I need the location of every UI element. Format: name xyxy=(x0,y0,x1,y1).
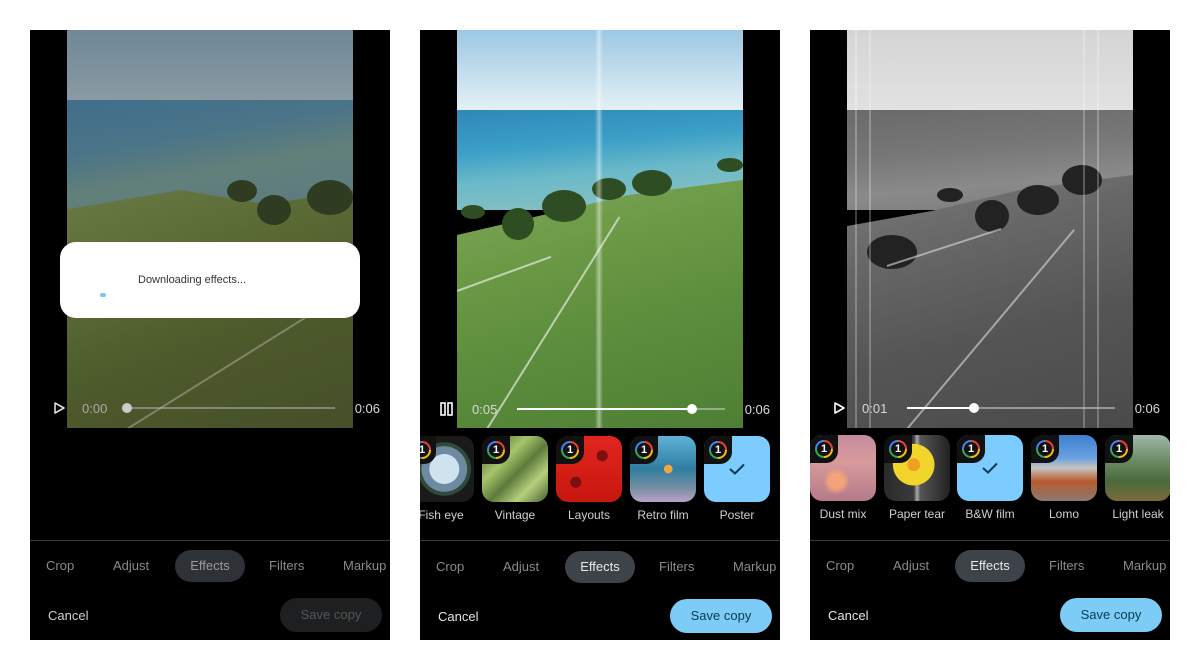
current-time: 0:00 xyxy=(82,401,108,416)
cancel-button[interactable]: Cancel xyxy=(828,608,868,623)
divider xyxy=(30,540,390,541)
tab-adjust[interactable]: Adjust xyxy=(893,550,929,582)
video-controls: 0:00 0:06 xyxy=(30,396,390,420)
badge: 1 xyxy=(884,435,912,463)
tab-filters[interactable]: Filters xyxy=(1049,550,1084,582)
play-icon[interactable] xyxy=(832,401,846,415)
bush xyxy=(227,180,257,202)
video-preview[interactable] xyxy=(457,30,743,428)
seek-bar[interactable] xyxy=(907,403,1115,413)
seek-bar-thumb[interactable] xyxy=(686,404,697,414)
effects-carousel[interactable]: 1 Dust mix 1 Paper tear 1 B&W film 1 Lom… xyxy=(810,435,1170,525)
editor-tabs: Crop Adjust Effects Filters Markup xyxy=(420,551,780,583)
seek-bar-fill xyxy=(907,407,974,409)
bush xyxy=(717,158,743,172)
badge-number: 1 xyxy=(894,443,902,455)
bush xyxy=(1062,165,1102,195)
dialog-message: Downloading effects... xyxy=(138,274,247,286)
save-copy-button[interactable]: Save copy xyxy=(670,599,772,633)
badge-number: 1 xyxy=(714,444,722,456)
save-copy-button[interactable]: Save copy xyxy=(280,598,382,632)
tab-markup[interactable]: Markup xyxy=(1123,550,1166,582)
tab-effects[interactable]: Effects xyxy=(565,551,635,583)
badge-number: 1 xyxy=(1115,443,1123,455)
effect-label: Light leak xyxy=(1112,507,1164,521)
current-time: 0:01 xyxy=(862,401,888,416)
bush xyxy=(542,190,586,222)
tab-filters[interactable]: Filters xyxy=(659,551,694,583)
tab-adjust[interactable]: Adjust xyxy=(503,551,539,583)
badge: 1 xyxy=(556,436,584,464)
cancel-button[interactable]: Cancel xyxy=(48,608,88,623)
bush xyxy=(632,170,672,196)
save-copy-button[interactable]: Save copy xyxy=(1060,598,1162,632)
badge-number: 1 xyxy=(820,443,828,455)
badge: 1 xyxy=(704,436,732,464)
film-scratch xyxy=(869,30,871,428)
seek-bar-fill xyxy=(517,408,692,410)
sky xyxy=(67,30,353,102)
badge: 1 xyxy=(630,436,658,464)
current-time: 0:05 xyxy=(472,402,498,417)
film-scratch xyxy=(1097,30,1099,428)
progress-spinner-icon xyxy=(100,293,106,297)
end-time: 0:06 xyxy=(1134,401,1160,416)
badge-number: 1 xyxy=(566,444,574,456)
tab-adjust[interactable]: Adjust xyxy=(113,550,149,582)
badge-number: 1 xyxy=(420,444,426,456)
bush xyxy=(257,195,291,225)
badge-number: 1 xyxy=(492,444,500,456)
tab-crop[interactable]: Crop xyxy=(436,551,464,583)
badge-number: 1 xyxy=(967,443,975,455)
bush xyxy=(461,205,485,219)
seek-bar-thumb[interactable] xyxy=(122,403,132,413)
video-controls: 0:05 0:06 xyxy=(420,397,780,421)
bush xyxy=(307,180,353,215)
cancel-button[interactable]: Cancel xyxy=(438,609,478,624)
effect-label: Poster xyxy=(719,508,755,522)
sky xyxy=(847,30,1133,112)
video-preview[interactable] xyxy=(67,30,353,428)
seek-bar[interactable] xyxy=(517,404,725,414)
tab-effects[interactable]: Effects xyxy=(175,550,245,582)
editor-screen-bw-film: 0:01 0:06 1 Dust mix 1 Paper tear 1 B&W … xyxy=(810,30,1170,640)
bush xyxy=(975,200,1009,232)
video-controls: 0:01 0:06 xyxy=(810,396,1170,420)
tab-filters[interactable]: Filters xyxy=(269,550,304,582)
badge: 1 xyxy=(810,435,838,463)
editor-tabs: Crop Adjust Effects Filters Markup xyxy=(30,550,390,582)
effects-carousel[interactable]: 1 Fish eye 1 Vintage 1 Layouts 1 Retro f… xyxy=(420,436,780,526)
bush xyxy=(937,188,963,202)
bush xyxy=(502,208,534,240)
badge: 1 xyxy=(957,435,985,463)
bush xyxy=(1017,185,1059,215)
divider xyxy=(420,540,780,541)
pause-icon[interactable] xyxy=(440,402,454,416)
light-flare xyxy=(595,30,603,428)
tab-crop[interactable]: Crop xyxy=(826,550,854,582)
badge: 1 xyxy=(1105,435,1133,463)
seek-bar[interactable] xyxy=(122,403,335,413)
divider xyxy=(810,540,1170,541)
tab-effects[interactable]: Effects xyxy=(955,550,1025,582)
badge-number: 1 xyxy=(1041,443,1049,455)
seek-bar-thumb[interactable] xyxy=(968,403,979,413)
badge-number: 1 xyxy=(640,444,648,456)
end-time: 0:06 xyxy=(744,402,770,417)
editor-tabs: Crop Adjust Effects Filters Markup xyxy=(810,550,1170,582)
tab-markup[interactable]: Markup xyxy=(343,550,386,582)
editor-screen-poster: 0:05 0:06 1 Fish eye 1 Vintage 1 Layouts… xyxy=(420,30,780,640)
end-time: 0:06 xyxy=(354,401,380,416)
film-scratch xyxy=(1083,30,1085,428)
video-preview[interactable] xyxy=(847,30,1133,428)
editor-screen-downloading: Downloading effects... 0:00 0:06 Crop Ad… xyxy=(30,30,390,640)
downloading-dialog: Downloading effects... xyxy=(60,242,360,318)
tab-markup[interactable]: Markup xyxy=(733,551,776,583)
film-scratch xyxy=(855,30,857,428)
badge: 1 xyxy=(1031,435,1059,463)
play-icon[interactable] xyxy=(52,401,66,415)
badge: 1 xyxy=(482,436,510,464)
tab-crop[interactable]: Crop xyxy=(46,550,74,582)
